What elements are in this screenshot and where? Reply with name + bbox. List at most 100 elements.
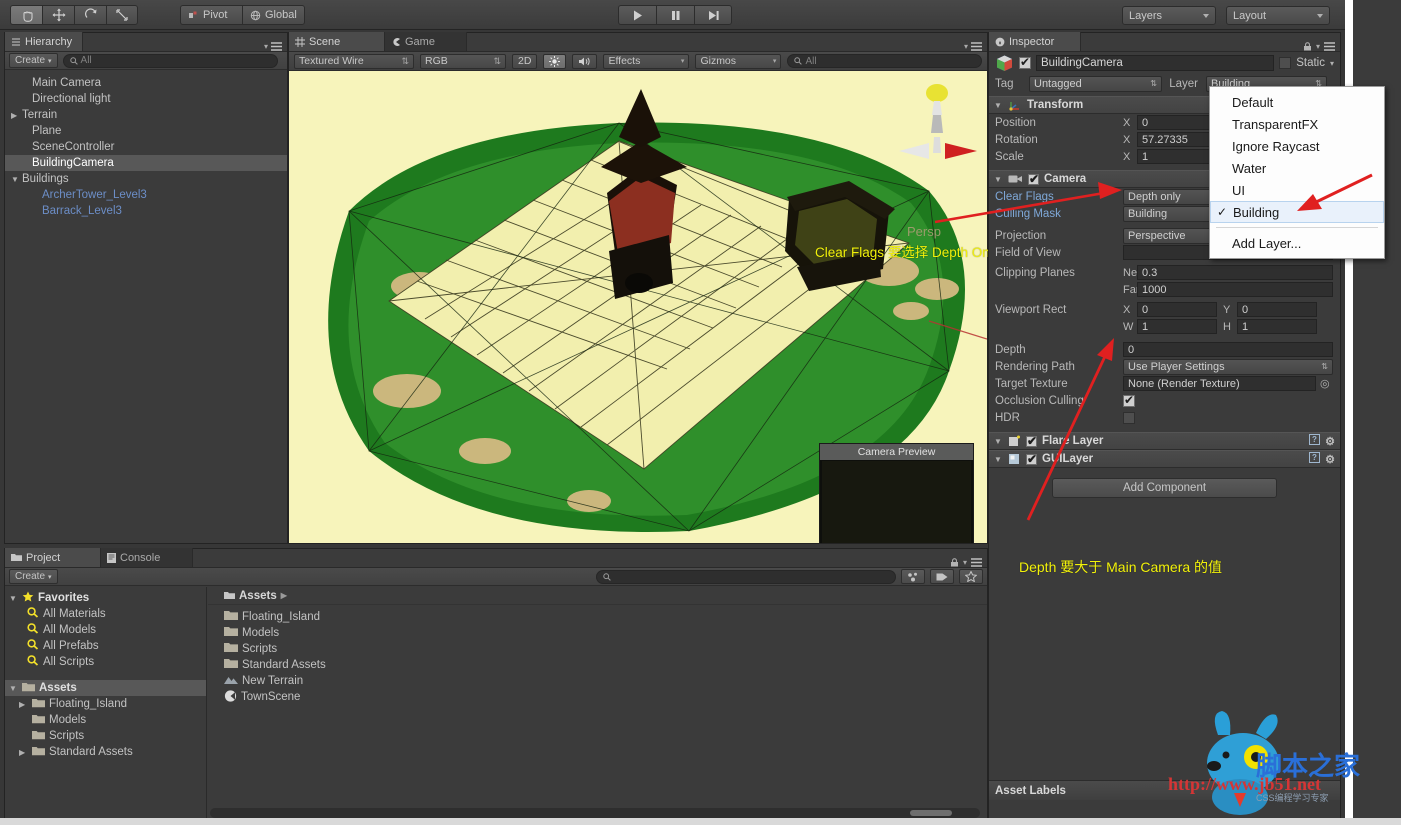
tab-game[interactable]: Game bbox=[385, 32, 467, 51]
hierarchy-create-button[interactable]: Create ▾ bbox=[9, 53, 58, 68]
transform-rotation-x-input[interactable]: 57.27335 bbox=[1137, 132, 1217, 147]
viewport-h-input[interactable]: 1 bbox=[1237, 319, 1317, 334]
project-create-button[interactable]: Create ▾ bbox=[9, 569, 58, 584]
favorite-item-3[interactable]: All Scripts bbox=[5, 654, 206, 670]
pause-button[interactable] bbox=[656, 5, 694, 25]
camera-enabled-checkbox[interactable] bbox=[1028, 172, 1039, 186]
object-name-input[interactable]: BuildingCamera bbox=[1036, 55, 1275, 71]
near-input[interactable]: 0.3 bbox=[1137, 265, 1333, 280]
favorite-item-0[interactable]: All Materials bbox=[5, 606, 206, 622]
project-horizontal-scrollbar[interactable] bbox=[210, 808, 980, 818]
asset-item-models[interactable]: Models bbox=[208, 625, 987, 641]
scene-lighting-toggle[interactable] bbox=[543, 53, 567, 69]
scene-search-input[interactable]: All bbox=[787, 54, 982, 68]
panel-menu-caret-icon[interactable]: ▾ bbox=[963, 558, 967, 567]
help-icon[interactable]: ? bbox=[1309, 452, 1321, 466]
favorite-item-2[interactable]: All Prefabs bbox=[5, 638, 206, 654]
play-button[interactable] bbox=[618, 5, 656, 25]
panel-menu-caret-icon[interactable]: ▾ bbox=[964, 42, 968, 51]
scrollbar-thumb[interactable] bbox=[910, 810, 952, 816]
tree-asset-1[interactable]: Models bbox=[5, 712, 206, 728]
layer-menu-item-transparentfx[interactable]: TransparentFX bbox=[1210, 113, 1384, 135]
scale-tool-button[interactable] bbox=[106, 5, 138, 25]
lock-icon[interactable] bbox=[1303, 42, 1312, 51]
static-checkbox[interactable] bbox=[1279, 57, 1292, 69]
project-contents[interactable]: Assets ▶ Floating_Island Models Scripts Sta… bbox=[208, 587, 987, 820]
step-button[interactable] bbox=[694, 5, 732, 25]
space-toggle-button[interactable]: Global bbox=[242, 5, 305, 25]
far-input[interactable]: 1000 bbox=[1137, 282, 1333, 297]
asset-item-townscene[interactable]: TownScene bbox=[208, 689, 987, 705]
filter-by-type-button[interactable] bbox=[901, 569, 925, 584]
favorite-button[interactable] bbox=[959, 569, 983, 584]
panel-menu-icon[interactable] bbox=[271, 42, 282, 51]
project-assets-root[interactable]: ▼ Assets bbox=[5, 680, 206, 696]
hierarchy-item-barrack-level3[interactable]: Barrack_Level3 bbox=[5, 203, 287, 219]
flare-layer-enabled-checkbox[interactable] bbox=[1026, 434, 1037, 448]
foldout-arrow-icon[interactable]: ▼ bbox=[9, 684, 18, 693]
rotate-tool-button[interactable] bbox=[74, 5, 106, 25]
layer-menu-item-default[interactable]: Default bbox=[1210, 91, 1384, 113]
hierarchy-item-buildingcamera[interactable]: BuildingCamera bbox=[5, 155, 287, 171]
pivot-toggle-button[interactable]: Pivot bbox=[180, 5, 242, 25]
foldout-arrow-icon[interactable]: ▶ bbox=[19, 748, 28, 757]
tab-inspector[interactable]: Inspector bbox=[989, 32, 1081, 51]
hierarchy-item-plane[interactable]: Plane bbox=[5, 123, 287, 139]
layer-menu-item-ui[interactable]: UI bbox=[1210, 179, 1384, 201]
transform-scale-x-input[interactable]: 1 bbox=[1137, 149, 1217, 164]
color-mode-dropdown[interactable]: RGB ⇅ bbox=[420, 53, 506, 69]
hierarchy-item-scenecontroller[interactable]: SceneController bbox=[5, 139, 287, 155]
project-search-input[interactable] bbox=[596, 569, 896, 584]
asset-item-new-terrain[interactable]: New Terrain bbox=[208, 673, 987, 689]
foldout-arrow-icon[interactable]: ▶ bbox=[11, 111, 22, 120]
viewport-x-input[interactable]: 0 bbox=[1137, 302, 1217, 317]
filter-by-label-button[interactable] bbox=[930, 569, 954, 584]
project-tree[interactable]: ▼ Favorites All Materials All Models All Pre… bbox=[5, 587, 207, 820]
gui-layer-header[interactable]: ▼ GUILayer ? ⚙ bbox=[989, 450, 1340, 468]
depth-input[interactable]: 0 bbox=[1123, 342, 1333, 357]
layers-dropdown[interactable]: Layers bbox=[1122, 6, 1216, 25]
tab-project[interactable]: Project bbox=[5, 548, 101, 567]
foldout-arrow-icon[interactable]: ▼ bbox=[994, 455, 1003, 464]
foldout-arrow-icon[interactable]: ▶ bbox=[19, 700, 28, 709]
add-layer-menu-item[interactable]: Add Layer... bbox=[1210, 232, 1384, 254]
hdr-checkbox[interactable] bbox=[1123, 411, 1135, 424]
move-tool-button[interactable] bbox=[42, 5, 74, 25]
panel-menu-icon[interactable] bbox=[971, 42, 982, 51]
panel-menu-icon[interactable] bbox=[971, 558, 982, 567]
hierarchy-item-terrain[interactable]: ▶ Terrain bbox=[5, 107, 287, 123]
scene-viewport[interactable]: Persp Camera Preview bbox=[289, 71, 987, 543]
tab-console[interactable]: Console bbox=[101, 548, 193, 567]
layer-menu-item-ignore-raycast[interactable]: Ignore Raycast bbox=[1210, 135, 1384, 157]
project-favorites-header[interactable]: ▼ Favorites bbox=[5, 590, 206, 606]
foldout-arrow-icon[interactable]: ▼ bbox=[994, 101, 1003, 110]
hierarchy-list[interactable]: Main Camera Directional light ▶ Terrain Plan… bbox=[5, 72, 287, 543]
viewport-y-input[interactable]: 0 bbox=[1237, 302, 1317, 317]
object-picker-icon[interactable]: ◎ bbox=[1320, 377, 1330, 390]
chevron-down-icon[interactable]: ▾ bbox=[1330, 59, 1334, 68]
add-component-button[interactable]: Add Component bbox=[1052, 478, 1277, 498]
foldout-arrow-icon[interactable]: ▼ bbox=[9, 594, 18, 603]
tree-asset-3[interactable]: ▶ Standard Assets bbox=[5, 744, 206, 760]
layer-dropdown-menu[interactable]: Default TransparentFX Ignore Raycast Water U… bbox=[1209, 86, 1385, 259]
gear-icon[interactable]: ⚙ bbox=[1325, 435, 1335, 448]
effects-dropdown[interactable]: Effects ▾ bbox=[603, 53, 690, 69]
panel-menu-caret-icon[interactable]: ▾ bbox=[264, 42, 268, 51]
gameobject-active-checkbox[interactable] bbox=[1019, 55, 1031, 69]
hierarchy-item-directional-light[interactable]: Directional light bbox=[5, 91, 287, 107]
tree-asset-0[interactable]: ▶ Floating_Island bbox=[5, 696, 206, 712]
toggle-2d-button[interactable]: 2D bbox=[512, 53, 538, 69]
panel-menu-icon[interactable] bbox=[1324, 42, 1335, 51]
gizmos-dropdown[interactable]: Gizmos ▾ bbox=[695, 53, 782, 69]
shading-mode-dropdown[interactable]: Textured Wire ⇅ bbox=[294, 53, 414, 69]
target-texture-field[interactable]: None (Render Texture) bbox=[1123, 376, 1316, 391]
project-breadcrumb[interactable]: Assets ▶ bbox=[208, 587, 987, 605]
tree-asset-2[interactable]: Scripts bbox=[5, 728, 206, 744]
panel-menu-caret-icon[interactable]: ▾ bbox=[1316, 42, 1320, 51]
foldout-arrow-icon[interactable]: ▼ bbox=[994, 437, 1003, 446]
occlusion-culling-checkbox[interactable] bbox=[1123, 393, 1135, 407]
help-icon[interactable]: ? bbox=[1309, 434, 1321, 448]
layout-dropdown[interactable]: Layout bbox=[1226, 6, 1330, 25]
hierarchy-item-archertower-level3[interactable]: ArcherTower_Level3 bbox=[5, 187, 287, 203]
viewport-w-input[interactable]: 1 bbox=[1137, 319, 1217, 334]
